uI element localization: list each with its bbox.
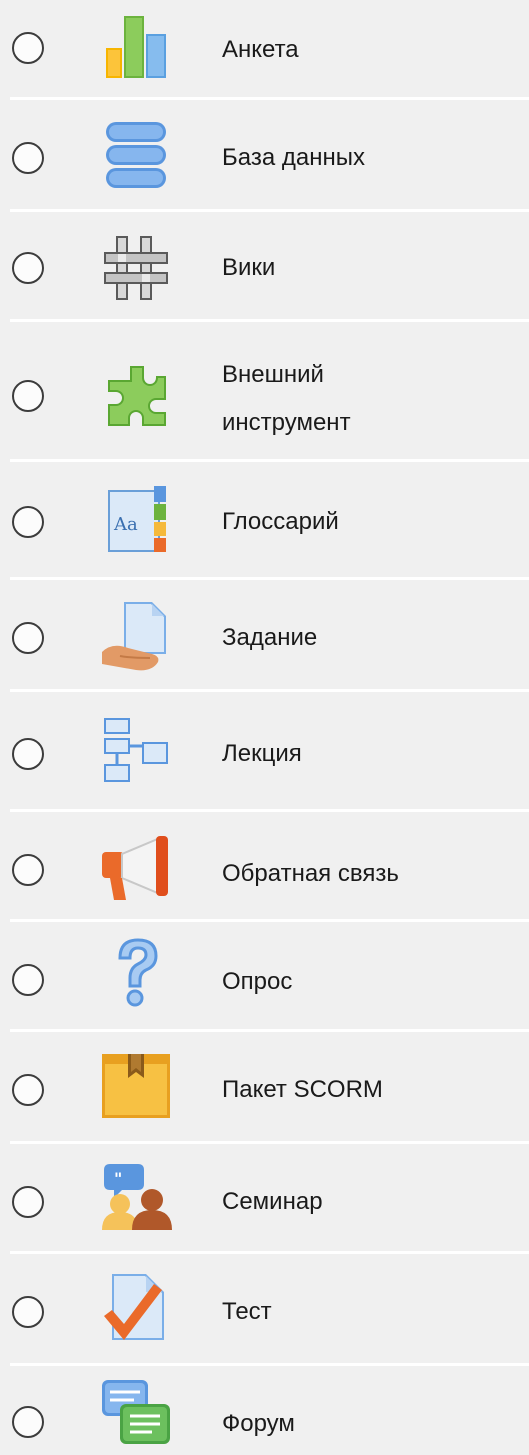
- database-icon: [100, 120, 172, 192]
- lesson-icon: [100, 716, 172, 788]
- activity-label: Форум: [222, 1410, 295, 1437]
- radio-button[interactable]: [12, 1296, 44, 1328]
- survey-bar-chart-icon: [100, 10, 172, 82]
- svg-text:Aa: Aa: [113, 514, 138, 535]
- activity-label: Внешний: [222, 361, 324, 388]
- activity-chooser-list: Анкета База данных Вики Внешний инструме…: [0, 0, 529, 1455]
- wiki-icon: [100, 232, 172, 304]
- radio-button[interactable]: [12, 32, 44, 64]
- activity-label: База данных: [222, 144, 365, 171]
- activity-option-workshop[interactable]: " Семинар: [0, 1144, 529, 1254]
- assignment-icon: [100, 600, 172, 672]
- activity-option-choice[interactable]: Опрос: [0, 922, 529, 1032]
- forum-icon: [100, 1378, 172, 1450]
- radio-button[interactable]: [12, 854, 44, 886]
- activity-label: Вики: [222, 254, 276, 281]
- radio-button[interactable]: [12, 142, 44, 174]
- activity-label: Анкета: [222, 36, 299, 63]
- radio-button[interactable]: [12, 622, 44, 654]
- activity-option-wiki[interactable]: Вики: [0, 212, 529, 322]
- activity-label: Лекция: [222, 740, 302, 767]
- activity-option-glossary[interactable]: Aa Глоссарий: [0, 462, 529, 580]
- megaphone-icon: [100, 832, 172, 904]
- activity-option-feedback[interactable]: Обратная связь: [0, 812, 529, 922]
- activity-label: Обратная связь: [222, 860, 399, 887]
- package-icon: [100, 1050, 172, 1122]
- activity-option-external-tool[interactable]: Внешний инструмент: [0, 322, 529, 462]
- svg-text:": ": [114, 1169, 122, 1188]
- radio-button[interactable]: [12, 1186, 44, 1218]
- activity-option-scorm[interactable]: Пакет SCORM: [0, 1032, 529, 1144]
- radio-button[interactable]: [12, 1406, 44, 1438]
- activity-option-database[interactable]: База данных: [0, 100, 529, 212]
- activity-option-assignment[interactable]: Задание: [0, 580, 529, 692]
- activity-option-quiz[interactable]: Тест: [0, 1254, 529, 1366]
- glossary-icon: Aa: [100, 484, 172, 556]
- puzzle-icon: [100, 360, 172, 432]
- workshop-icon: ": [100, 1160, 172, 1232]
- activity-label: Тест: [222, 1298, 272, 1325]
- radio-button[interactable]: [12, 964, 44, 996]
- radio-button[interactable]: [12, 380, 44, 412]
- activity-label: Глоссарий: [222, 508, 339, 535]
- question-icon: [100, 936, 172, 1008]
- activity-label: Пакет SCORM: [222, 1076, 383, 1103]
- radio-button[interactable]: [12, 738, 44, 770]
- activity-label: Семинар: [222, 1188, 323, 1215]
- quiz-checkmark-icon: [100, 1272, 172, 1344]
- radio-button[interactable]: [12, 1074, 44, 1106]
- radio-button[interactable]: [12, 506, 44, 538]
- activity-option-forum[interactable]: Форум: [0, 1366, 529, 1455]
- activity-label: Задание: [222, 624, 318, 651]
- activity-label-line2: инструмент: [222, 409, 351, 436]
- activity-option-lesson[interactable]: Лекция: [0, 692, 529, 812]
- radio-button[interactable]: [12, 252, 44, 284]
- activity-option-survey[interactable]: Анкета: [0, 0, 529, 100]
- activity-label: Опрос: [222, 968, 293, 995]
